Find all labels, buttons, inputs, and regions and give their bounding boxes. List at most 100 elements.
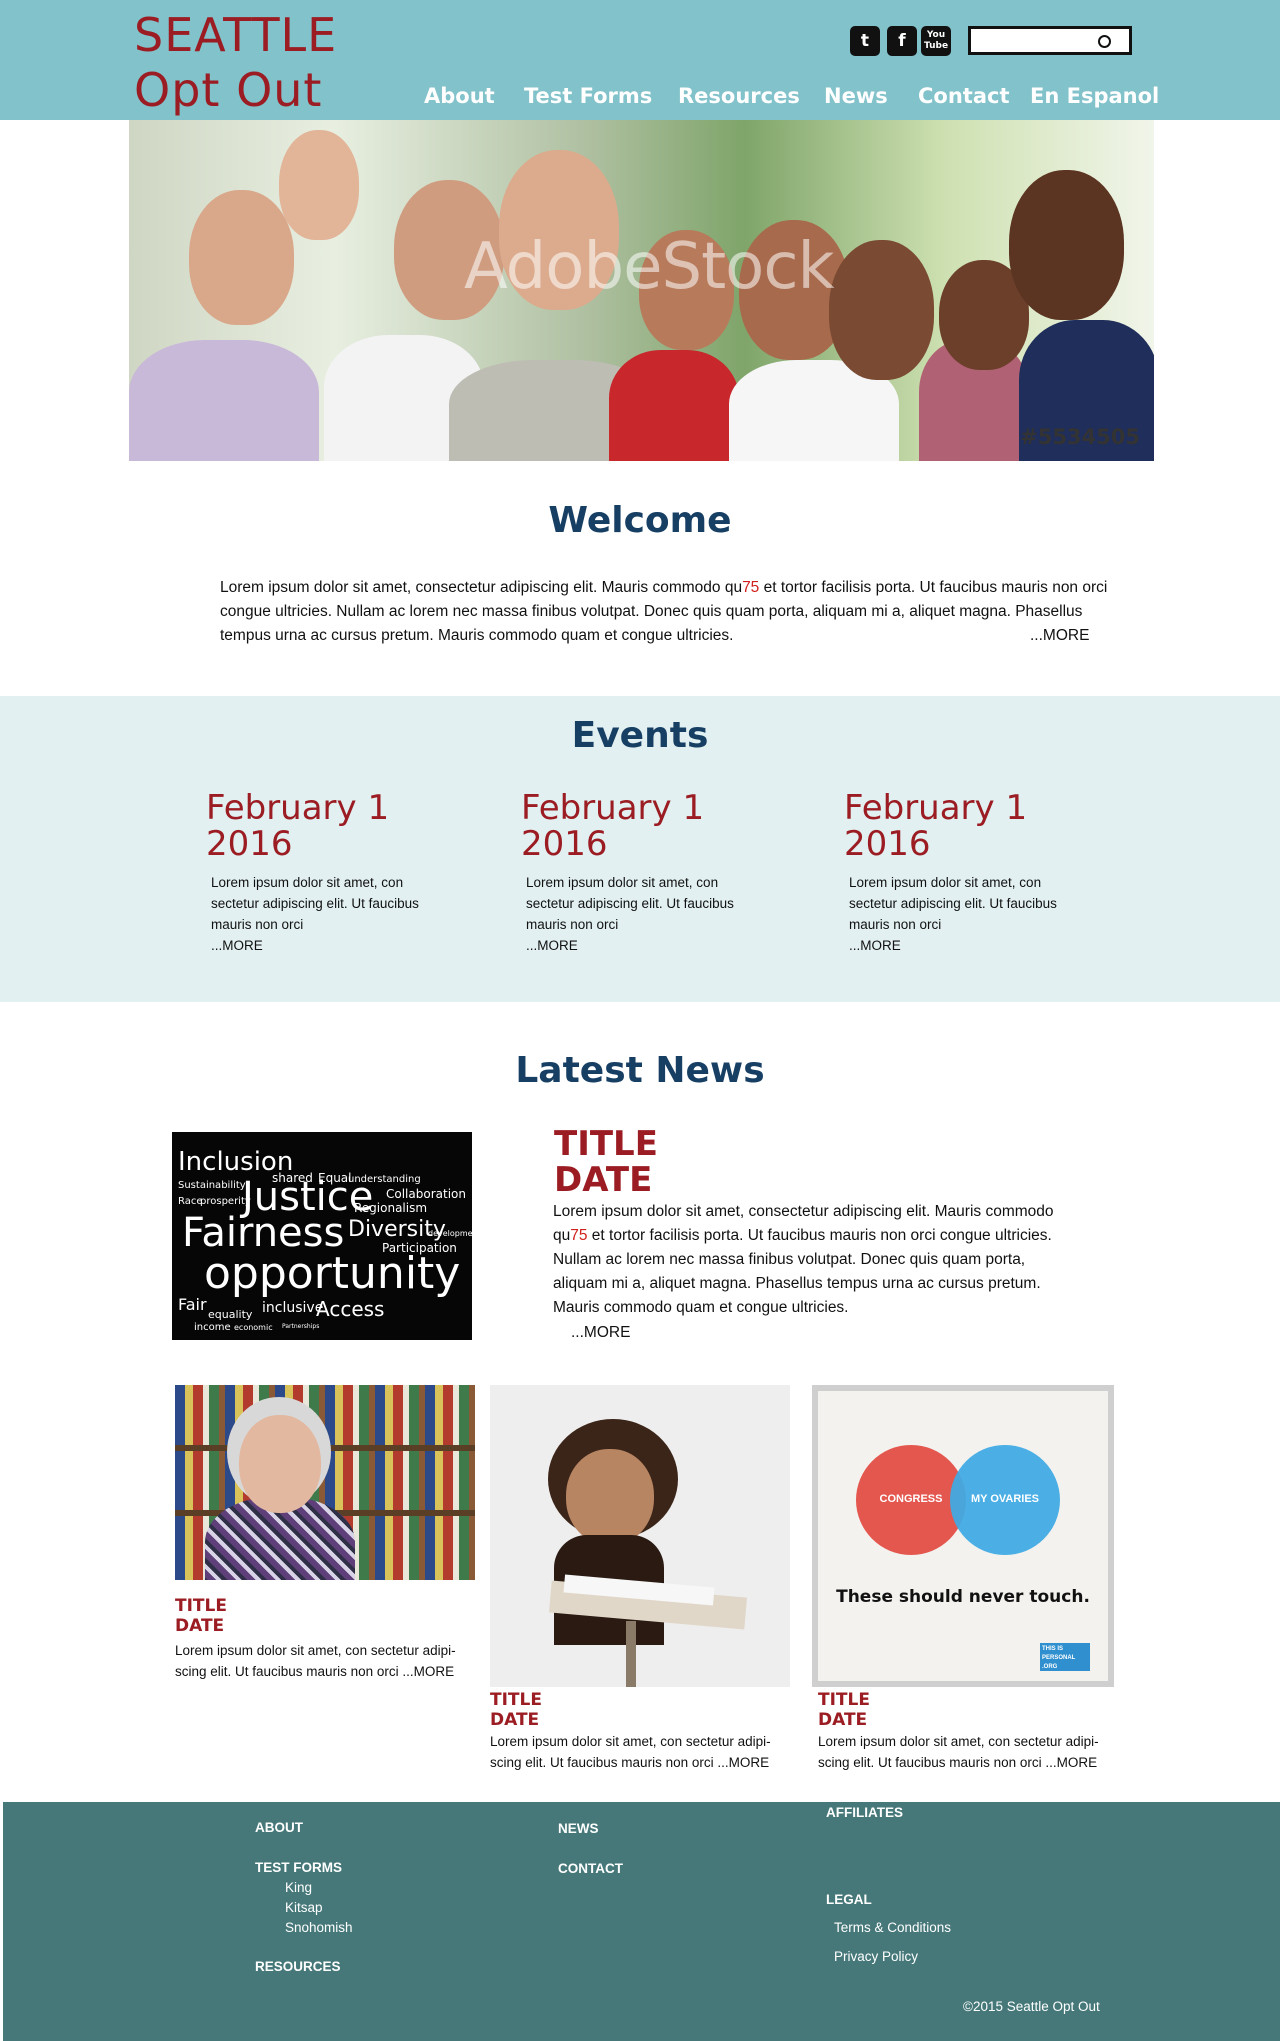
event-text: Lorem ipsum dolor sit amet, con sectetur… — [526, 872, 746, 956]
nav-about[interactable]: About — [424, 84, 495, 108]
featured-more-link[interactable]: ...MORE — [571, 1321, 630, 1345]
person-face — [239, 1415, 321, 1513]
nav-news[interactable]: News — [824, 84, 888, 108]
nav-en-espanol[interactable]: En Espanol — [1030, 84, 1159, 108]
twitter-icon[interactable]: t — [850, 26, 880, 56]
news-item-heading[interactable]: TITLE DATE — [490, 1690, 542, 1730]
event-description: Lorem ipsum dolor sit amet, con sectetur… — [211, 875, 419, 932]
person-shirt — [609, 350, 739, 461]
event-date-line-1: February 1 — [844, 788, 1028, 828]
event-date-line-1: February 1 — [206, 788, 390, 828]
cloud-word: Collaboration — [386, 1187, 466, 1201]
footer-contact-link[interactable]: CONTACT — [558, 1861, 623, 1876]
footer-kitsap-link[interactable]: Kitsap — [285, 1900, 323, 1915]
footer-snohomish-link[interactable]: Snohomish — [285, 1920, 353, 1935]
latest-news-heading: Latest News — [515, 1050, 765, 1091]
news-item-date: DATE — [490, 1710, 540, 1730]
footer-terms-link[interactable]: Terms & Conditions — [834, 1920, 951, 1935]
hero-image: AdobeStock #5534505 — [129, 120, 1154, 461]
cloud-word: Regionalism — [354, 1201, 427, 1215]
cloud-word: Race — [178, 1196, 203, 1207]
news-item-heading[interactable]: TITLE DATE — [175, 1596, 227, 1636]
stock-id: #5534505 — [1020, 425, 1140, 449]
news-image-elder-woman[interactable] — [175, 1385, 475, 1580]
welcome-more-link[interactable]: ...MORE — [1030, 624, 1089, 648]
site-footer: ABOUT TEST FORMS King Kitsap Snohomish R… — [3, 1802, 1280, 2041]
poster-badge: THIS IS PERSONAL .ORG — [1040, 1643, 1090, 1671]
news-item-text: Lorem ipsum dolor sit amet, con sectetur… — [490, 1734, 771, 1770]
welcome-text-number: 75 — [742, 579, 760, 596]
footer-copyright: ©2015 Seattle Opt Out — [963, 1999, 1100, 2014]
event-date-line-2: 2016 — [844, 824, 931, 864]
logo-line-1: SEATTLE — [134, 8, 338, 62]
youtube-icon[interactable]: You Tube — [921, 26, 951, 56]
footer-affiliates-link[interactable]: AFFILIATES — [826, 1805, 903, 1820]
word-cloud-graphic: Inclusion shared Equal understanding Sus… — [178, 1147, 472, 1333]
featured-news-text: Lorem ipsum dolor sit amet, consectetur … — [553, 1200, 1073, 1320]
watermark-text: AdobeStock — [464, 230, 835, 304]
word-cloud-image[interactable]: Inclusion shared Equal understanding Sus… — [172, 1132, 472, 1340]
person-face — [1009, 170, 1124, 320]
event-text: Lorem ipsum dolor sit amet, con sectetur… — [211, 872, 431, 956]
news-item-title: TITLE — [175, 1596, 227, 1616]
search-input[interactable] — [975, 31, 1099, 53]
footer-privacy-link[interactable]: Privacy Policy — [834, 1949, 918, 1964]
footer-news-link[interactable]: NEWS — [558, 1821, 599, 1836]
event-date: February 1 2016 — [844, 790, 1027, 862]
news-item-heading[interactable]: TITLE DATE — [818, 1690, 870, 1730]
news-image-poster[interactable]: CONGRESS MY OVARIES These should never t… — [812, 1385, 1114, 1687]
desk-leg — [626, 1621, 636, 1687]
welcome-text-part-1: Lorem ipsum dolor sit amet, consectetur … — [220, 579, 743, 596]
footer-resources-link[interactable]: RESOURCES — [255, 1959, 341, 1974]
cloud-word: Fair — [178, 1295, 207, 1314]
person-face — [189, 190, 294, 325]
event-date: February 1 2016 — [206, 790, 389, 862]
cloud-word: Sustainability — [178, 1180, 246, 1191]
event-more-link[interactable]: ...MORE — [849, 935, 1069, 956]
featured-text-number: 75 — [570, 1227, 588, 1244]
poster-card: CONGRESS MY OVARIES These should never t… — [818, 1391, 1108, 1681]
event-description: Lorem ipsum dolor sit amet, con sectetur… — [849, 875, 1057, 932]
facebook-icon[interactable]: f — [887, 26, 917, 56]
search-icon[interactable] — [1098, 35, 1111, 48]
person-face — [279, 130, 359, 240]
site-logo[interactable]: SEATTLE Opt Out — [134, 8, 337, 118]
event-date-line-2: 2016 — [206, 824, 293, 864]
welcome-text: Lorem ipsum dolor sit amet, consectetur … — [220, 576, 1120, 648]
cloud-word: prosperity — [200, 1196, 251, 1207]
person-face — [829, 240, 934, 380]
event-date: February 1 2016 — [521, 790, 704, 862]
cloud-word: opportunity — [204, 1248, 460, 1299]
site-header: SEATTLE Opt Out t f You Tube About Test … — [0, 0, 1280, 120]
event-description: Lorem ipsum dolor sit amet, con sectetur… — [526, 875, 734, 932]
venn-label-right: MY OVARIES — [970, 1493, 1040, 1505]
cloud-word: economic — [234, 1323, 273, 1332]
footer-test-forms-link[interactable]: TEST FORMS — [255, 1860, 342, 1875]
nav-contact[interactable]: Contact — [918, 84, 1010, 108]
nav-test-forms[interactable]: Test Forms — [524, 84, 652, 108]
footer-king-link[interactable]: King — [285, 1880, 312, 1895]
footer-about-link[interactable]: ABOUT — [255, 1820, 303, 1835]
event-date-line-1: February 1 — [521, 788, 705, 828]
cloud-word: equality — [208, 1308, 253, 1321]
event-text: Lorem ipsum dolor sit amet, con sectetur… — [849, 872, 1069, 956]
event-more-link[interactable]: ...MORE — [526, 935, 746, 956]
event-date-line-2: 2016 — [521, 824, 608, 864]
news-item-date: DATE — [175, 1616, 225, 1636]
news-item-title: TITLE — [818, 1690, 870, 1710]
person-shirt — [129, 340, 319, 461]
child-face — [566, 1449, 654, 1545]
featured-news-title: TITLE — [554, 1124, 658, 1164]
event-more-link[interactable]: ...MORE — [211, 935, 431, 956]
events-heading: Events — [571, 715, 709, 756]
news-item-date: DATE — [818, 1710, 868, 1730]
cloud-word: Partnerships — [282, 1323, 319, 1330]
welcome-heading: Welcome — [548, 500, 732, 541]
search-box — [968, 26, 1132, 55]
nav-resources[interactable]: Resources — [678, 84, 800, 108]
news-item-title: TITLE — [490, 1690, 542, 1710]
news-image-child-desk[interactable] — [490, 1385, 790, 1687]
footer-legal-heading: LEGAL — [826, 1892, 872, 1907]
featured-news-heading[interactable]: TITLE DATE — [554, 1126, 658, 1198]
cloud-word: income — [194, 1322, 231, 1333]
